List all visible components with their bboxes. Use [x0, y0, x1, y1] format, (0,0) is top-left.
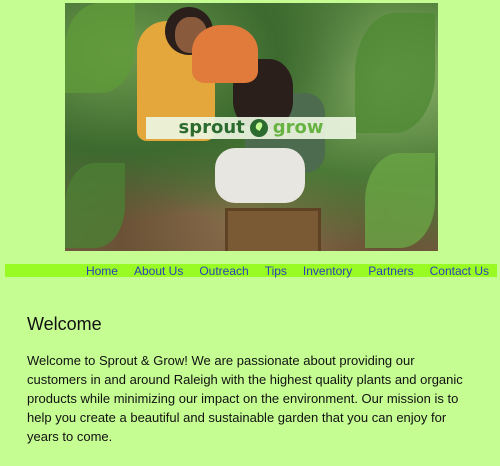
logo-word-sprout: sprout	[178, 117, 245, 138]
nav-item-contact-us[interactable]: Contact Us	[422, 264, 497, 278]
page-title: Welcome	[27, 314, 102, 334]
welcome-section: Welcome Welcome to Sprout & Grow! We are…	[27, 314, 467, 446]
leaf-decoration	[355, 13, 435, 133]
nav-item-partners[interactable]: Partners	[360, 264, 421, 278]
nav-item-about-us[interactable]: About Us	[126, 264, 191, 278]
leaf-decoration	[365, 153, 435, 248]
leaf-decoration	[65, 163, 125, 248]
nav-item-home[interactable]: Home	[78, 264, 126, 278]
hero-image: sprout grow	[65, 3, 438, 251]
orange-beanie	[192, 25, 258, 83]
gardener-pants	[215, 148, 305, 203]
main-nav: Home About Us Outreach Tips Inventory Pa…	[5, 264, 497, 278]
sprout-logo-icon	[249, 119, 268, 137]
nav-item-tips[interactable]: Tips	[257, 264, 295, 278]
wooden-crate	[225, 208, 321, 251]
brand-logo: sprout grow	[146, 117, 356, 139]
logo-word-grow: grow	[272, 117, 324, 138]
nav-item-outreach[interactable]: Outreach	[191, 264, 256, 278]
welcome-body: Welcome to Sprout & Grow! We are passion…	[27, 353, 463, 444]
leaf-decoration	[65, 3, 135, 93]
nav-item-inventory[interactable]: Inventory	[295, 264, 360, 278]
